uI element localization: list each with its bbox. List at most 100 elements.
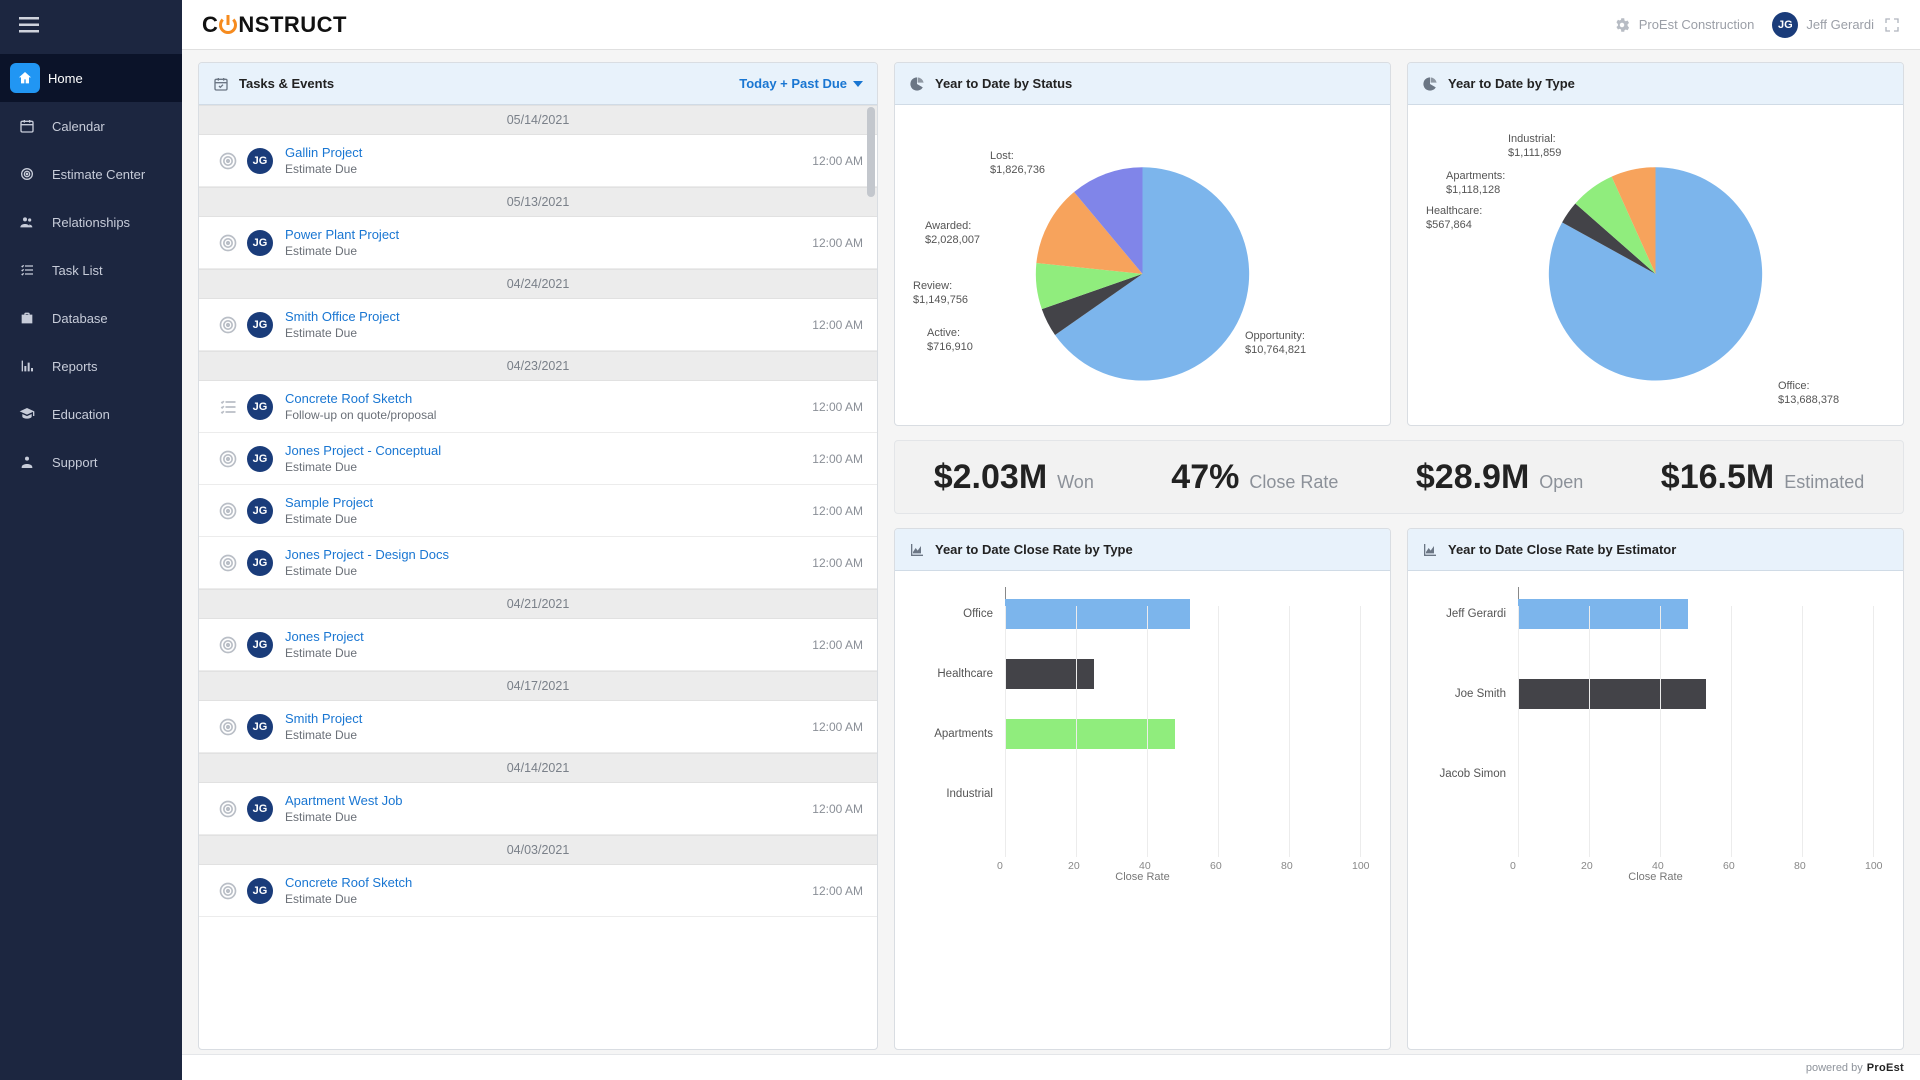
task-title[interactable]: Jones Project	[285, 629, 812, 644]
task-title[interactable]: Gallin Project	[285, 145, 812, 160]
task-row[interactable]: JGJones ProjectEstimate Due12:00 AM	[199, 619, 877, 671]
panel-title: Tasks & Events	[239, 76, 334, 91]
close-rate-estimator-chart: Jeff GerardiJoe SmithJacob Simon02040608…	[1408, 571, 1903, 891]
task-subtitle: Follow-up on quote/proposal	[285, 408, 812, 422]
task-subtitle: Estimate Due	[285, 810, 812, 824]
task-row[interactable]: JGPower Plant ProjectEstimate Due12:00 A…	[199, 217, 877, 269]
task-row[interactable]: JG Jones Project - Conceptual Estimate Due…	[199, 433, 877, 485]
bar-label: Office	[905, 608, 1005, 620]
bar-label: Industrial	[905, 788, 1005, 800]
sidebar: HomeCalendar Estimate Center Relationships…	[0, 0, 182, 1080]
target-icon	[213, 501, 243, 521]
pie-label: Lost:$1,826,736	[990, 150, 1045, 178]
sidebar-item-label: Estimate Center	[52, 167, 145, 182]
task-title[interactable]: Concrete Roof Sketch	[285, 875, 812, 890]
bar-label: Apartments	[905, 728, 1005, 740]
task-row[interactable]: JGSample ProjectEstimate Due12:00 AM	[199, 485, 877, 537]
task-row[interactable]: JGApartment West JobEstimate Due12:00 AM	[199, 783, 877, 835]
bar	[1005, 659, 1094, 689]
task-title[interactable]: Smith Office Project	[285, 309, 812, 324]
sidebar-item-estimate-center[interactable]: Estimate Center	[0, 150, 182, 198]
task-title[interactable]: Concrete Roof Sketch	[285, 391, 812, 406]
task-title[interactable]: Apartment West Job	[285, 793, 812, 808]
task-title[interactable]: Smith Project	[285, 711, 812, 726]
tasks-list[interactable]: 05/14/2021JGGallin ProjectEstimate Due12…	[199, 105, 877, 1049]
task-row[interactable]: JGConcrete Roof SketchFollow-up on quote…	[199, 381, 877, 433]
sidebar-item-support[interactable]: Support	[0, 438, 182, 486]
powered-by-label: powered by	[1806, 1062, 1863, 1074]
task-date-header: 04/14/2021	[199, 753, 877, 783]
sidebar-item-reports[interactable]: Reports	[0, 342, 182, 390]
task-row[interactable]: JGGallin ProjectEstimate Due12:00 AM	[199, 135, 877, 187]
ytd-status-chart: Opportunity:$10,764,821Active:$716,910Re…	[895, 105, 1390, 425]
target-icon	[213, 717, 243, 737]
sidebar-item-home[interactable]: Home	[0, 54, 182, 102]
footer-brand: ProEst	[1867, 1062, 1904, 1074]
avatar: JG	[247, 446, 273, 472]
tasks-panel: Tasks & Events Today + Past Due 05/14/20…	[198, 62, 878, 1050]
bar-label: Healthcare	[905, 668, 1005, 680]
task-title[interactable]: Power Plant Project	[285, 227, 812, 242]
sidebar-item-label: Relationships	[52, 215, 130, 230]
grad-icon	[14, 406, 40, 422]
task-date-header: 04/03/2021	[199, 835, 877, 865]
task-time: 12:00 AM	[812, 638, 863, 652]
kpi: $16.5MEstimated	[1661, 458, 1864, 497]
tasks-filter[interactable]: Today + Past Due	[739, 76, 863, 91]
task-row[interactable]: JGSmith Office ProjectEstimate Due12:00 …	[199, 299, 877, 351]
filter-label: Today + Past Due	[739, 76, 847, 91]
task-subtitle: Estimate Due	[285, 326, 812, 340]
task-time: 12:00 AM	[812, 720, 863, 734]
avatar: JG	[247, 550, 273, 576]
task-date-header: 05/13/2021	[199, 187, 877, 217]
user-menu[interactable]: JG Jeff Gerardi	[1772, 12, 1874, 38]
pie-label: Review:$1,149,756	[913, 280, 968, 308]
task-title[interactable]: Sample Project	[285, 495, 812, 510]
target-icon	[213, 553, 243, 573]
pie-label: Healthcare:$567,864	[1426, 205, 1482, 233]
pie-label: Apartments:$1,118,128	[1446, 170, 1505, 198]
fullscreen-icon[interactable]	[1884, 17, 1900, 33]
task-subtitle: Estimate Due	[285, 460, 812, 474]
bar	[1005, 599, 1190, 629]
close-rate-type-panel: Year to Date Close Rate by Type OfficeHe…	[894, 528, 1391, 1050]
task-subtitle: Estimate Due	[285, 244, 812, 258]
ytd-status-panel: Year to Date by Status Opportunity:$10,7…	[894, 62, 1391, 426]
task-time: 12:00 AM	[812, 154, 863, 168]
bars: OfficeHealthcareApartmentsIndustrial	[1005, 587, 1360, 837]
task-time: 12:00 AM	[812, 318, 863, 332]
ytd-type-panel: Year to Date by Type Office:$13,688,378H…	[1407, 62, 1904, 426]
pie-chart-icon	[909, 76, 925, 92]
pie-label: Industrial:$1,111,859	[1508, 133, 1561, 161]
sidebar-item-task-list[interactable]: Task List	[0, 246, 182, 294]
avatar: JG	[247, 230, 273, 256]
area-chart-icon	[909, 542, 925, 558]
task-subtitle: Estimate Due	[285, 892, 812, 906]
user-name: Jeff Gerardi	[1806, 17, 1874, 32]
scrollbar[interactable]	[867, 107, 875, 197]
task-title[interactable]: Jones Project - Conceptual	[285, 443, 812, 458]
task-row[interactable]: JGJones Project - Design DocsEstimate Du…	[199, 537, 877, 589]
sidebar-item-relationships[interactable]: Relationships	[0, 198, 182, 246]
topbar: CNSTRUCT ProEst Construction JG Jeff Ger…	[182, 0, 1920, 50]
gear-icon	[1613, 16, 1631, 34]
briefcase-icon	[14, 310, 40, 326]
nav: HomeCalendar Estimate Center Relationships…	[0, 50, 182, 486]
hamburger-menu[interactable]	[0, 0, 58, 50]
task-time: 12:00 AM	[812, 504, 863, 518]
sidebar-item-education[interactable]: Education	[0, 390, 182, 438]
task-title[interactable]: Jones Project - Design Docs	[285, 547, 812, 562]
task-row[interactable]: JGSmith ProjectEstimate Due12:00 AM	[199, 701, 877, 753]
avatar: JG	[247, 148, 273, 174]
sidebar-item-label: Database	[52, 311, 108, 326]
org-switcher[interactable]: ProEst Construction	[1613, 16, 1755, 34]
task-date-header: 04/17/2021	[199, 671, 877, 701]
sidebar-item-database[interactable]: Database	[0, 294, 182, 342]
sidebar-item-calendar[interactable]: Calendar	[0, 102, 182, 150]
task-row[interactable]: JGConcrete Roof SketchEstimate Due12:00 …	[199, 865, 877, 917]
bars: Jeff GerardiJoe SmithJacob Simon	[1518, 587, 1873, 837]
power-icon	[219, 16, 237, 34]
avatar: JG	[247, 878, 273, 904]
task-subtitle: Estimate Due	[285, 646, 812, 660]
bar	[1005, 719, 1175, 749]
